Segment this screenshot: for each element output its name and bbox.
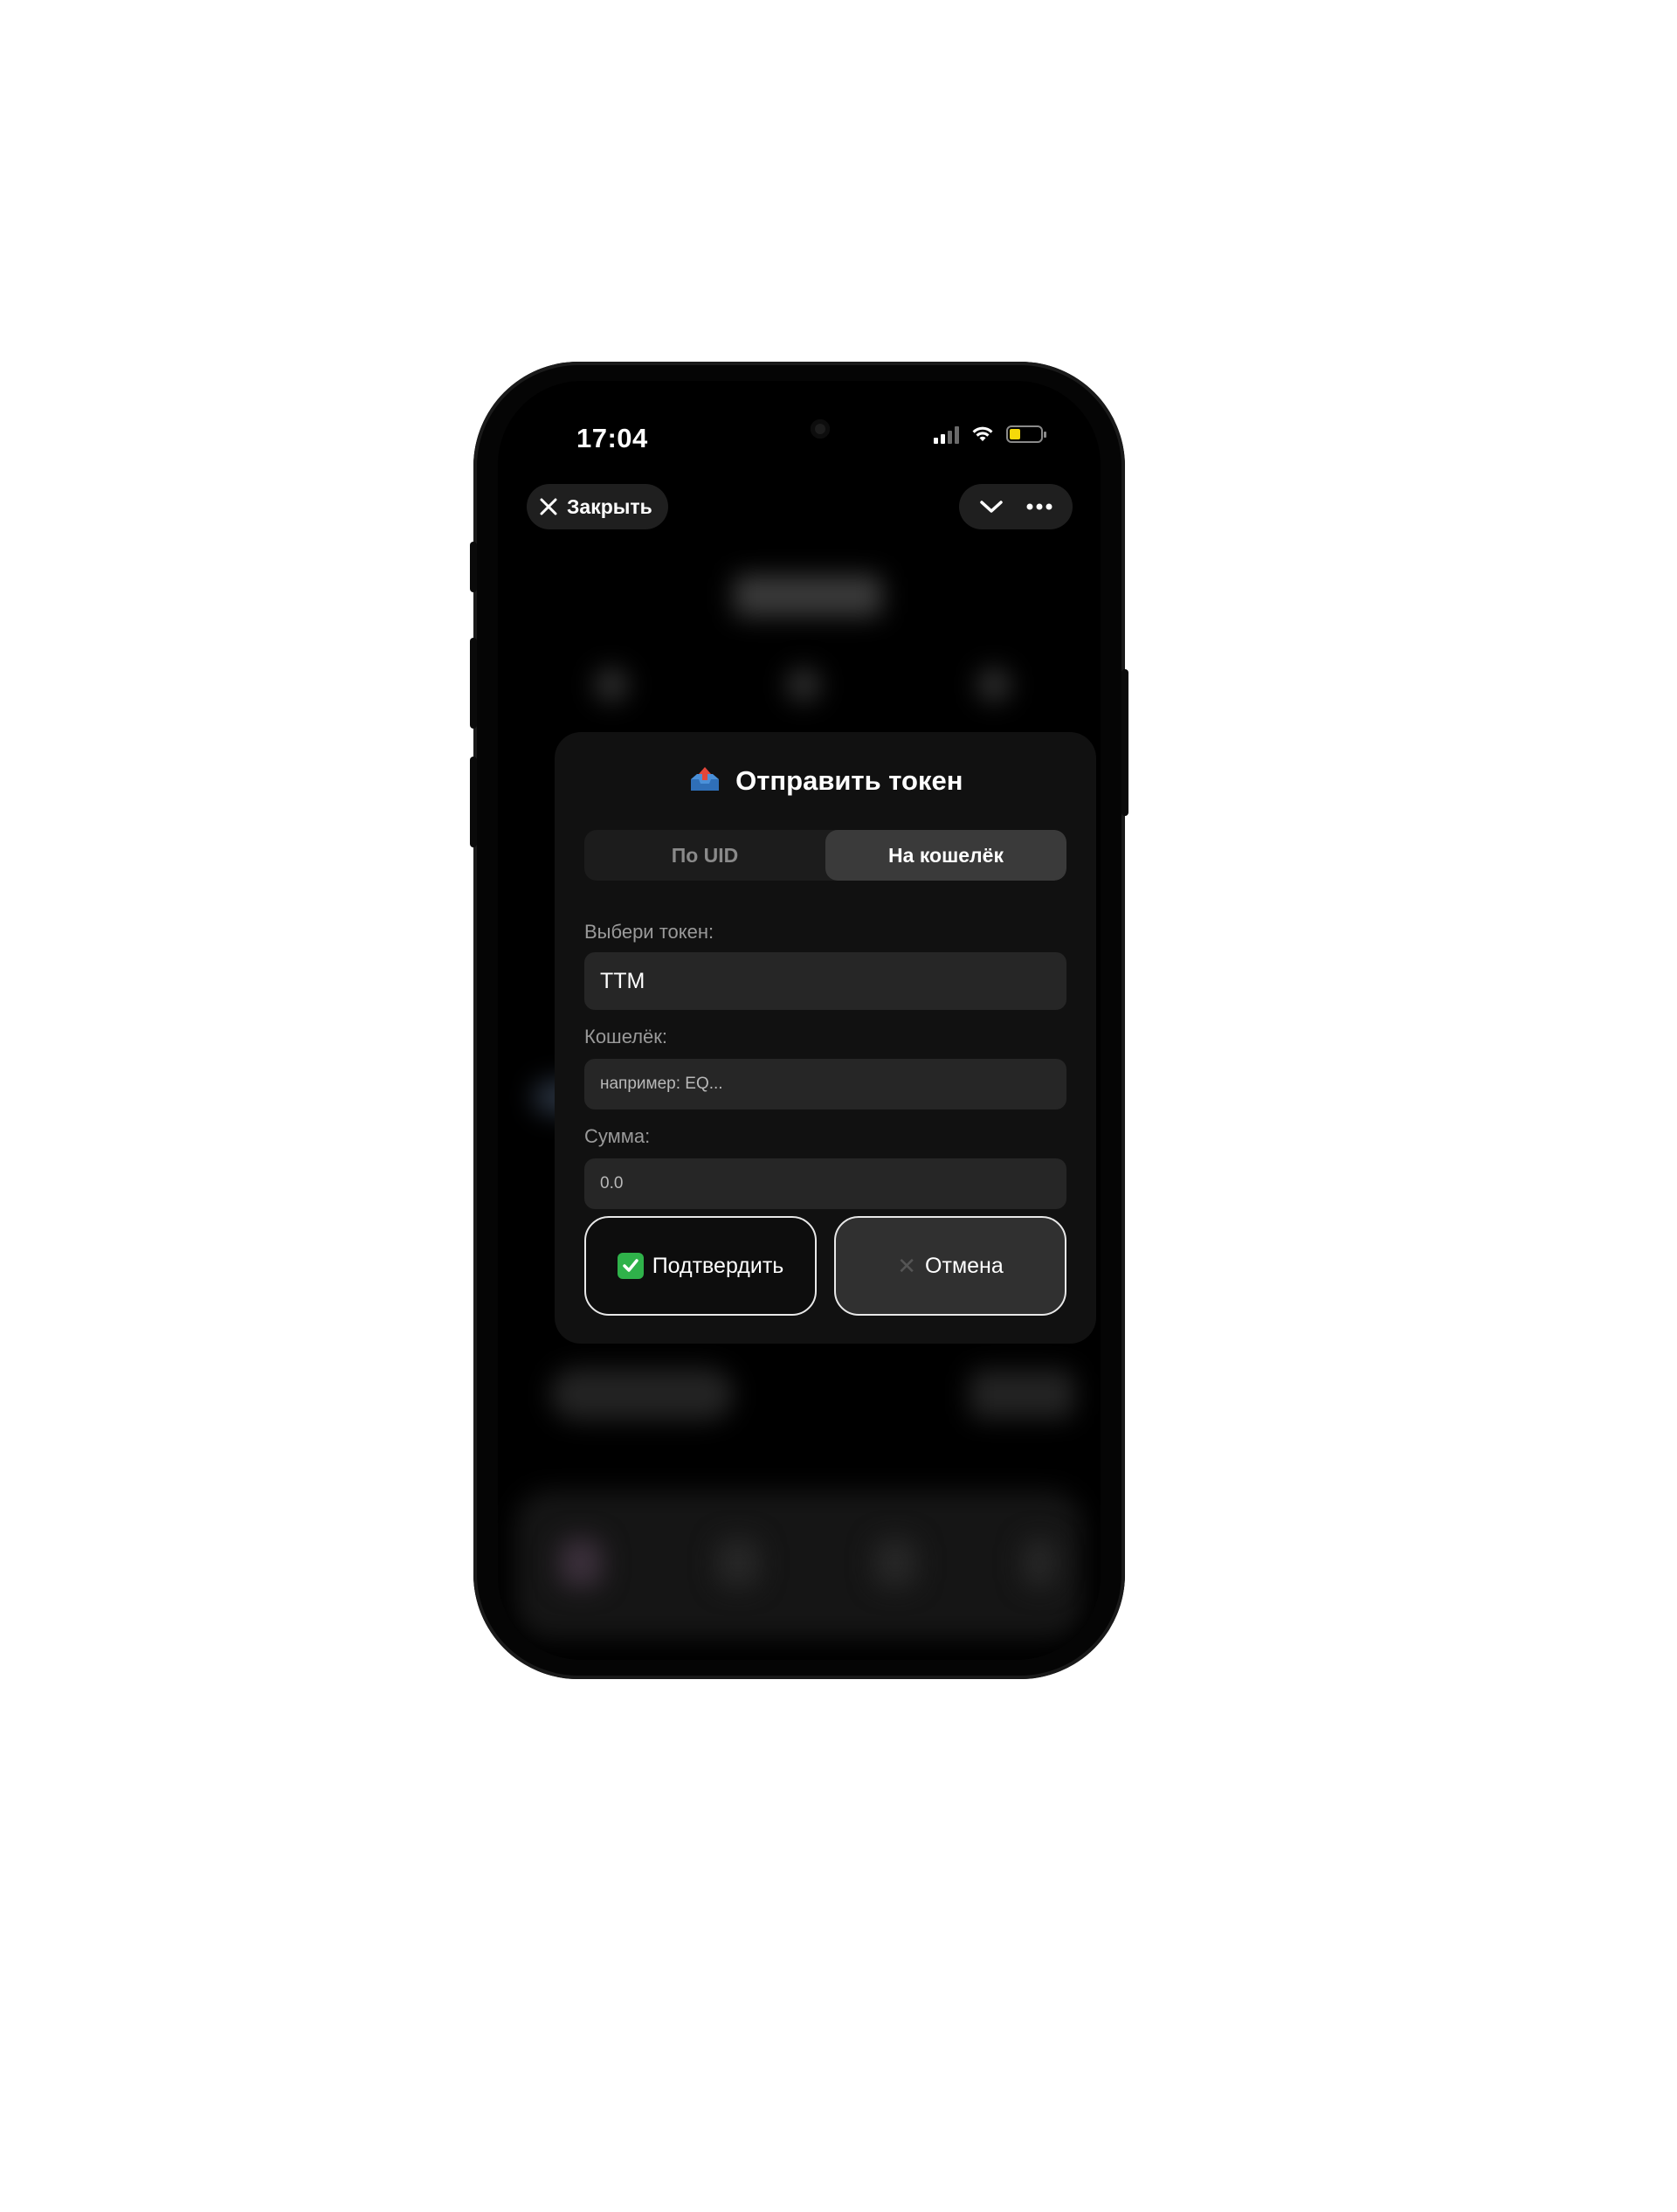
status-icons (934, 425, 1046, 444)
blurred-tab-icon (559, 1538, 603, 1587)
screen: 17:04 Закрыть Отправить токен По UID На … (498, 381, 1101, 1660)
blurred-balance (734, 575, 882, 617)
volume-down-button (470, 757, 477, 847)
tab-to-wallet[interactable]: На кошелёк (825, 830, 1066, 881)
nav-actions (959, 484, 1073, 529)
blurred-list-item (550, 1368, 734, 1421)
token-select[interactable]: TTM (584, 952, 1066, 1010)
blurred-action-icon (594, 667, 629, 702)
tab-by-uid[interactable]: По UID (584, 830, 825, 881)
blurred-tab-icon (716, 1538, 760, 1587)
power-button (1121, 669, 1128, 816)
close-button[interactable]: Закрыть (527, 484, 668, 529)
blurred-action-icon (786, 667, 821, 702)
action-button (470, 542, 477, 592)
send-token-modal: Отправить токен По UID На кошелёк Выбери… (555, 732, 1096, 1344)
chevron-down-icon[interactable] (978, 498, 1004, 515)
front-camera (811, 419, 830, 439)
check-mark-icon (617, 1253, 644, 1279)
amount-input-placeholder: 0.0 (600, 1174, 624, 1192)
modal-title-text: Отправить токен (735, 765, 963, 796)
confirm-label: Подтвердить (652, 1253, 784, 1278)
confirm-button[interactable]: Подтвердить (584, 1216, 817, 1316)
blurred-tab-icon (1022, 1538, 1057, 1587)
token-select-value: TTM (600, 968, 645, 993)
close-icon (540, 498, 557, 515)
battery-icon (1006, 425, 1046, 443)
send-mode-tabs: По UID На кошелёк (584, 830, 1066, 881)
wallet-input[interactable]: например: EQ... (584, 1059, 1066, 1109)
blurred-action-icon (977, 667, 1011, 702)
blurred-tab-icon (873, 1538, 917, 1587)
cancel-label: Отмена (925, 1253, 1004, 1278)
modal-title: Отправить токен (555, 765, 1096, 797)
volume-up-button (470, 638, 477, 729)
outbox-tray-icon (690, 767, 719, 791)
amount-input[interactable]: 0.0 (584, 1158, 1066, 1209)
token-label: Выбери токен: (584, 921, 714, 943)
cross-mark-icon: ✕ (897, 1252, 917, 1279)
cancel-button[interactable]: ✕ Отмена (834, 1216, 1066, 1316)
wallet-label: Кошелёк: (584, 1026, 668, 1047)
amount-label: Сумма: (584, 1125, 651, 1147)
cellular-signal-icon (934, 425, 959, 444)
blurred-list-value (970, 1370, 1074, 1419)
wallet-input-placeholder: например: EQ... (600, 1075, 723, 1093)
close-label: Закрыть (567, 494, 652, 518)
more-icon[interactable] (1025, 502, 1053, 511)
phone-frame: 17:04 Закрыть Отправить токен По UID На … (470, 362, 1128, 1679)
wifi-icon (972, 426, 993, 441)
status-time: 17:04 (576, 423, 648, 453)
